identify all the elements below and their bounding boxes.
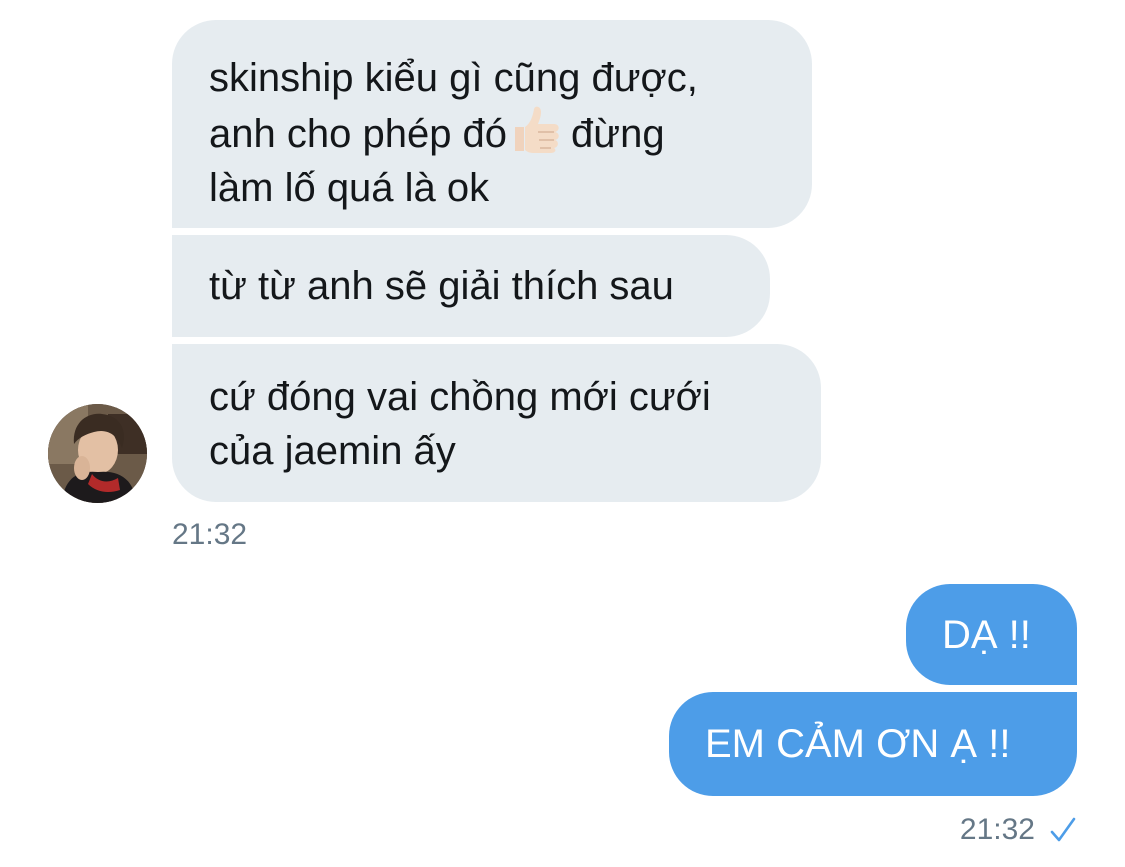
incoming-message[interactable]: cứ đóng vai chồng mới cưới của jaemin ấy — [172, 344, 821, 502]
check-icon — [1049, 815, 1077, 845]
message-text: skinship kiểu gì cũng được, — [209, 56, 698, 100]
thumbs-up-emoji-icon — [509, 105, 563, 155]
message-text: đừng — [571, 112, 665, 156]
message-text: cứ đóng vai chồng mới cưới — [209, 375, 711, 419]
message-text: EM CẢM ƠN Ạ !! — [705, 722, 1011, 766]
outgoing-message[interactable]: EM CẢM ƠN Ạ !! — [669, 692, 1077, 796]
avatar[interactable] — [48, 404, 147, 503]
incoming-message[interactable]: từ từ anh sẽ giải thích sau — [172, 235, 770, 337]
message-text-row: anh cho phép đó đừng — [209, 105, 776, 161]
incoming-message[interactable]: skinship kiểu gì cũng được, anh cho phép… — [172, 20, 812, 228]
message-text: làm lố quá là ok — [209, 166, 490, 210]
user-avatar-photo-icon — [48, 404, 147, 503]
message-status: 21:32 — [960, 813, 1077, 847]
message-timestamp: 21:32 — [172, 518, 248, 551]
message-timestamp: 21:32 — [959, 813, 1035, 846]
message-text: DẠ !! — [942, 612, 1031, 657]
message-text: anh cho phép đó — [209, 112, 508, 156]
message-text: từ từ anh sẽ giải thích sau — [209, 264, 674, 308]
outgoing-message[interactable]: DẠ !! — [906, 584, 1077, 685]
message-text: của jaemin ấy — [209, 429, 456, 473]
